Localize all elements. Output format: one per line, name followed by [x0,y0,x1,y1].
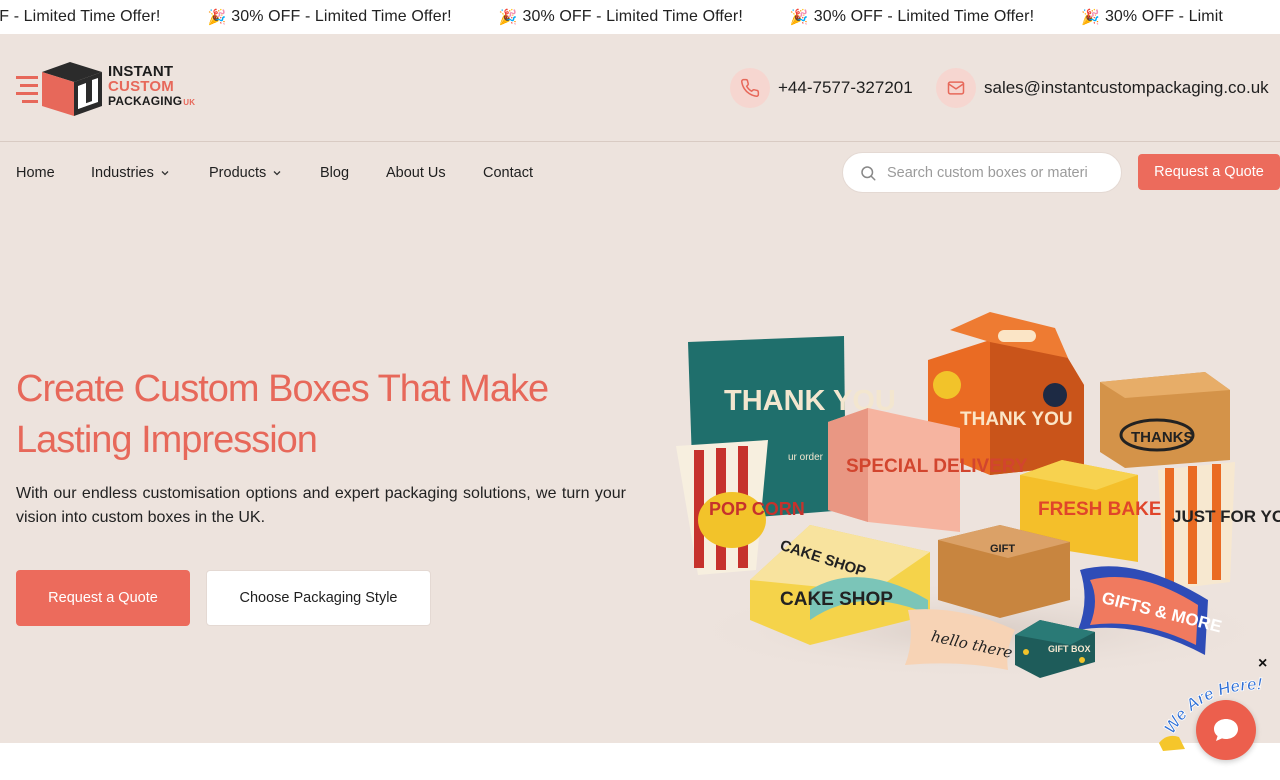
nav-label: Blog [320,165,350,181]
chat-bubble-icon [1214,719,1238,741]
mail-icon [936,68,976,108]
ticker-text: 30% OFF - Limited Time Offer! [813,8,1035,25]
nav-label: About Us [386,165,446,181]
nav-item-home[interactable]: Home [16,165,55,181]
box-label: FRESH BAKES [1038,499,1174,520]
nav-label: Home [16,165,55,181]
ticker-text: % OFF - Limited Time Offer! [0,8,161,25]
hero-title: Create Custom Boxes That Make Lasting Im… [16,364,636,466]
site-header: INSTANT CUSTOM PACKAGINGUK +44-7577-3272… [0,34,1280,142]
chevron-down-icon [161,171,169,176]
nav-label: Products [209,165,267,181]
logo-line-2: CUSTOM [108,78,174,95]
ticker-text: 30% OFF - Limited Time Offer! [231,8,452,25]
nav-item-industries[interactable]: Industries [91,165,170,181]
search-bar[interactable] [842,152,1122,193]
logo-suffix: UK [183,98,196,107]
logo-line-3: PACKAGING [108,94,183,108]
party-icon: 🎉 [1081,9,1100,26]
site-logo[interactable]: INSTANT CUSTOM PACKAGINGUK [16,58,196,120]
party-icon: 🎉 [498,9,518,26]
box-label: SPECIAL DELIVERY [846,456,1028,477]
hero-subtitle: With our endless customisation options a… [16,485,626,526]
box-label: ur order [788,452,824,463]
box-label: GIFT BOX [1048,644,1091,654]
choose-packaging-style-button[interactable]: Choose Packaging Style [206,570,431,626]
logo-line-1: INSTANT [108,63,174,80]
promo-ticker: % OFF - Limited Time Offer! 🎉30% OFF - L… [0,0,1280,34]
box-label: CAKE SHOP [780,589,893,610]
hero-title-line-1: Create Custom Boxes That Make [16,368,549,410]
ticker-item: 🎉 30% OFF - Limited Time Offer! [499,8,743,26]
party-icon: 🎉 [789,9,809,26]
hero-boxes-image: THANK YOU ur order THANK YOU THANKS SPEC… [676,312,1280,680]
box-label: GIFT [990,543,1015,555]
phone-icon [730,68,770,108]
box-label: POP CORN [709,499,805,519]
party-icon: 🎉 [207,9,227,26]
waving-hand-icon [1159,735,1185,751]
nav-item-about[interactable]: About Us [386,165,446,181]
ticker-text: 30% OFF - Limited Time Offer! [522,8,743,25]
ticker-text: 30% OFF - Limit [1104,8,1223,25]
nav-label: Contact [483,165,533,181]
box-logo-icon [16,62,102,116]
striped-just-for-you-box: JUST FOR YOU [1158,462,1280,590]
chat-launcher-button[interactable] [1196,700,1256,760]
kraft-gift-box: GIFT [938,525,1070,618]
phone-contact[interactable]: +44-7577-327201 [730,68,913,108]
kraft-thanks-box: THANKS [1100,372,1230,468]
email-address[interactable]: sales@instantcustompackaging.co.uk [984,78,1269,98]
ticker-item: 🎉 30% OFF - Limit [1081,8,1223,26]
nav-item-contact[interactable]: Contact [483,165,533,181]
logo-wordmark: INSTANT CUSTOM PACKAGINGUK [108,64,195,110]
box-label: JUST FOR YOU [1172,507,1280,526]
nav-item-blog[interactable]: Blog [320,165,349,181]
search-input[interactable] [887,164,1087,181]
main-nav: Home Industries Products Blog About Us C… [0,143,1280,203]
hero-title-line-2: Lasting Impression [16,419,318,461]
chevron-down-icon [273,171,281,176]
request-quote-button[interactable]: Request a Quote [1138,154,1280,190]
ticker-item: 🎉 30% OFF - Limited Time Offer! [790,8,1034,26]
nav-label: Industries [91,165,154,181]
ticker-item: 🎉 30% OFF - Limited Time Offer! [207,8,451,26]
phone-number[interactable]: +44-7577-327201 [778,78,913,98]
nav-item-products[interactable]: Products [209,165,282,181]
box-label: THANK YOU [960,409,1073,430]
box-label: THANKS [1131,429,1194,446]
search-icon [861,165,876,180]
ticker-item: % OFF - Limited Time Offer! [0,8,160,26]
next-section-strip [0,743,1280,780]
email-contact[interactable]: sales@instantcustompackaging.co.uk [936,68,1269,108]
hero-request-quote-button[interactable]: Request a Quote [16,570,190,626]
